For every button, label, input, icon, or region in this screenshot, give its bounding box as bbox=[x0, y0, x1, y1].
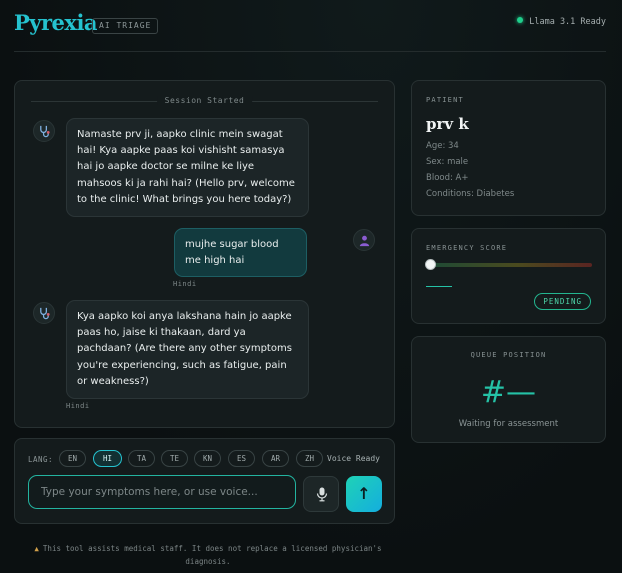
input-panel: LANG: EN HI TA TE KN ES AR ZH Voice Read… bbox=[14, 438, 395, 524]
lang-option-es[interactable]: ES bbox=[228, 450, 255, 467]
disclaimer-text: This tool assists medical staff. It does… bbox=[42, 544, 382, 566]
session-started-label: Session Started bbox=[156, 96, 253, 105]
patient-blood: Blood: A+ bbox=[426, 173, 469, 183]
lang-option-ta[interactable]: TA bbox=[128, 450, 155, 467]
send-button[interactable]: ↑ bbox=[346, 476, 382, 512]
emergency-score-value bbox=[426, 286, 452, 287]
lang-option-hi[interactable]: HI bbox=[93, 450, 122, 467]
app-header: Pyrexia AI TRIAGE Llama 3.1 Ready bbox=[14, 0, 606, 52]
patient-sex: Sex: male bbox=[426, 157, 469, 167]
message-language-tag: Hindi bbox=[173, 280, 197, 288]
queue-position-number: #— bbox=[480, 375, 537, 410]
warning-icon: ▲ bbox=[34, 544, 39, 553]
ai-triage-badge: AI TRIAGE bbox=[92, 18, 159, 34]
chat-message-assistant: Kya aapko koi anya lakshana hain jo aapk… bbox=[66, 300, 309, 399]
lang-option-zh[interactable]: ZH bbox=[296, 450, 323, 467]
model-status-text: Llama 3.1 Ready bbox=[529, 17, 606, 27]
queue-status-text: Waiting for assessment bbox=[458, 419, 559, 429]
queue-position-label: QUEUE POSITION bbox=[470, 351, 547, 359]
stethoscope-icon bbox=[40, 307, 50, 320]
voice-input-button[interactable] bbox=[303, 476, 339, 512]
microphone-icon bbox=[316, 487, 328, 502]
chat-message-user: mujhe sugar blood me high hai bbox=[174, 228, 307, 277]
disclaimer: ▲ This tool assists medical staff. It doe… bbox=[28, 543, 388, 568]
patient-card: PATIENT prv k Age: 34 Sex: male Blood: A… bbox=[411, 80, 606, 216]
emergency-score-card: EMERGENCY SCORE PENDING bbox=[411, 228, 606, 324]
emergency-score-label: EMERGENCY SCORE bbox=[426, 244, 508, 252]
stethoscope-icon bbox=[40, 125, 50, 138]
patient-card-label: PATIENT bbox=[426, 96, 464, 104]
message-language-tag: Hindi bbox=[66, 402, 90, 410]
app-logo: Pyrexia bbox=[14, 10, 98, 35]
chat-message-assistant: Namaste prv ji, aapko clinic mein swagat… bbox=[66, 118, 309, 217]
emergency-score-bar bbox=[425, 259, 592, 270]
patient-conditions: Conditions: Diabetes bbox=[426, 189, 515, 199]
queue-position-card: QUEUE POSITION #— Waiting for assessment bbox=[411, 336, 606, 443]
assessment-status-badge: PENDING bbox=[534, 293, 591, 310]
language-label: LANG: bbox=[28, 455, 54, 464]
lang-option-kn[interactable]: KN bbox=[194, 450, 221, 467]
assistant-avatar bbox=[33, 302, 55, 324]
lang-option-ar[interactable]: AR bbox=[262, 450, 289, 467]
voice-status: Voice Ready bbox=[327, 454, 380, 463]
chat-panel[interactable]: Session Started Namaste prv ji, aapko cl… bbox=[14, 80, 395, 428]
patient-name: prv k bbox=[426, 115, 469, 133]
emergency-score-marker bbox=[425, 259, 436, 270]
user-avatar bbox=[353, 229, 375, 251]
user-icon bbox=[359, 235, 370, 247]
lang-option-te[interactable]: TE bbox=[161, 450, 188, 467]
symptom-input[interactable] bbox=[28, 475, 296, 509]
lang-option-en[interactable]: EN bbox=[59, 450, 86, 467]
patient-age: Age: 34 bbox=[426, 141, 459, 151]
model-status: Llama 3.1 Ready bbox=[517, 17, 606, 27]
assistant-avatar bbox=[33, 120, 55, 142]
status-dot-icon bbox=[517, 17, 524, 23]
